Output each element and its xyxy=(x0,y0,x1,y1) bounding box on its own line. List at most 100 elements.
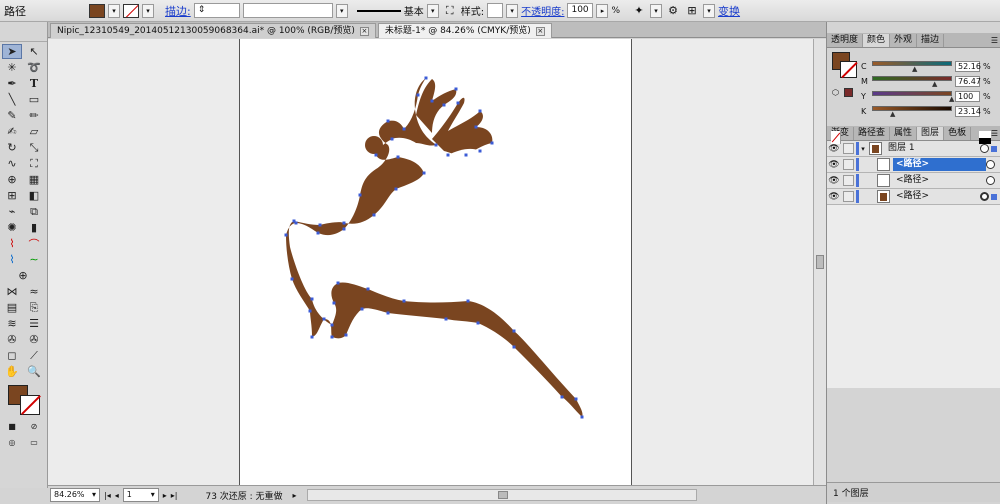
variable-width-dropdown[interactable]: ▾ xyxy=(335,3,348,18)
align-dropdown[interactable]: ▾ xyxy=(703,3,716,18)
screen-mode-icon[interactable]: ▭ xyxy=(24,435,44,450)
deer-artwork[interactable] xyxy=(48,39,813,485)
anchor-point[interactable] xyxy=(574,397,578,401)
stroke-dropdown[interactable]: ▾ xyxy=(142,3,154,18)
none-color-swatch[interactable] xyxy=(831,131,841,144)
anchor-point[interactable] xyxy=(284,233,288,237)
horizontal-scroll-thumb[interactable] xyxy=(497,491,508,499)
anchor-point[interactable] xyxy=(394,187,398,191)
pen-tool-icon[interactable]: ✒ xyxy=(2,76,22,91)
tab-stroke[interactable]: 描边 xyxy=(917,34,945,47)
anchor-point[interactable] xyxy=(454,87,458,91)
stroke-color-swatch[interactable] xyxy=(20,395,40,415)
anchor-point[interactable] xyxy=(434,143,438,147)
mesh-tool-icon[interactable]: ⊞ xyxy=(2,188,22,203)
layer-row[interactable]: 👁 ▾ 图层 1 xyxy=(827,141,1000,157)
artboard-number-field[interactable]: 1 ▾ xyxy=(122,488,159,502)
anchor-point[interactable] xyxy=(330,335,334,339)
anchor-point[interactable] xyxy=(318,223,322,227)
visibility-eye-icon[interactable]: 👁 xyxy=(827,160,841,170)
rotate-tool-icon[interactable]: ↻ xyxy=(2,140,22,155)
lasso-tool-icon[interactable]: ➰ xyxy=(24,60,44,75)
anchor-point[interactable] xyxy=(512,329,516,333)
live-paint-tool-icon[interactable]: ✇ xyxy=(2,332,22,347)
fill-swatch[interactable] xyxy=(89,3,105,18)
tab-swatches[interactable]: 色板 xyxy=(944,127,972,140)
add-anchor-tool-icon[interactable]: ⌇ xyxy=(2,252,22,267)
eyedropper-tool-icon[interactable]: ⌁ xyxy=(2,204,22,219)
anchor-point[interactable] xyxy=(322,317,326,321)
close-icon[interactable]: × xyxy=(359,26,369,36)
anchor-point[interactable] xyxy=(416,93,420,97)
column-graph-tool-icon[interactable]: ▮ xyxy=(24,220,44,235)
target-circle-icon[interactable] xyxy=(980,192,989,201)
eraser-tool-icon[interactable]: ▱ xyxy=(24,124,44,139)
path-name[interactable]: <路径> xyxy=(893,158,986,171)
anchor-point[interactable] xyxy=(386,119,390,123)
anchor-point[interactable] xyxy=(466,299,470,303)
blob-brush-tool-icon[interactable]: ✍ xyxy=(2,124,22,139)
stroke-weight-field[interactable]: ⇕ xyxy=(193,3,240,18)
vertical-scrollbar[interactable] xyxy=(813,39,826,485)
anchor-point[interactable] xyxy=(478,109,482,113)
expand-triangle-icon[interactable]: ▾ xyxy=(859,145,867,153)
anchor-point[interactable] xyxy=(366,287,370,291)
warp-tool-icon[interactable]: ∿ xyxy=(2,156,22,171)
target-circle-icon[interactable] xyxy=(980,144,989,153)
artboard-tool-icon[interactable]: ⊕ xyxy=(2,268,44,283)
selection-indicator[interactable] xyxy=(991,193,997,200)
stroke-link[interactable]: 描边: xyxy=(165,3,191,19)
variable-width-field[interactable] xyxy=(242,3,333,18)
anchor-point[interactable] xyxy=(390,137,394,141)
anchor-point[interactable] xyxy=(330,323,334,327)
hand-tool-icon[interactable]: ✋ xyxy=(2,364,22,379)
anchor-point[interactable] xyxy=(464,153,468,157)
sublayer-row[interactable]: 👁 <路径> xyxy=(827,157,1000,173)
tab-layers[interactable]: 图层 xyxy=(917,127,945,140)
convert-anchor-tool-icon[interactable]: ⌒ xyxy=(24,236,44,251)
canvas-area[interactable] xyxy=(48,39,813,485)
symbol-tool-icon[interactable]: ⎘ xyxy=(24,300,44,315)
anchor-point[interactable] xyxy=(342,227,346,231)
anchor-point-tool-icon[interactable]: ⌇ xyxy=(2,236,22,251)
anchor-point[interactable] xyxy=(422,171,426,175)
selection-indicator[interactable] xyxy=(991,145,997,152)
anchor-point[interactable] xyxy=(476,321,480,325)
tab-transparency[interactable]: 透明度 xyxy=(827,34,864,47)
anchor-point[interactable] xyxy=(442,103,446,107)
fill-dropdown[interactable]: ▾ xyxy=(108,3,120,18)
magic-wand-tool-icon[interactable]: ✳ xyxy=(2,60,22,75)
chart-tool-icon[interactable]: ≋ xyxy=(2,316,22,331)
free-transform-tool-icon[interactable]: ⛶ xyxy=(24,156,44,171)
status-menu-icon[interactable]: ▸ xyxy=(293,491,297,500)
perspective-grid-tool-icon[interactable]: ▦ xyxy=(24,172,44,187)
cyan-slider[interactable]: ▲ xyxy=(872,60,952,73)
anchor-point[interactable] xyxy=(512,345,516,349)
anchor-point[interactable] xyxy=(424,76,428,80)
previous-artboard-icon[interactable]: ◂ xyxy=(115,491,119,500)
anchor-point[interactable] xyxy=(396,155,400,159)
magenta-slider[interactable]: ▲ xyxy=(872,75,952,88)
anchor-point[interactable] xyxy=(456,101,460,105)
blend-tool-icon[interactable]: ⧉ xyxy=(24,204,44,219)
sublayer-row[interactable]: 👁 <路径> xyxy=(827,189,1000,205)
style-dropdown[interactable]: ▾ xyxy=(506,3,519,18)
opacity-field[interactable]: 100 xyxy=(567,3,594,18)
anchor-point[interactable] xyxy=(474,125,478,129)
document-setup-icon[interactable]: ⚙ xyxy=(665,3,681,19)
color-mode-icon[interactable]: ■ xyxy=(2,419,22,434)
anchor-point[interactable] xyxy=(292,219,296,223)
anchor-point[interactable] xyxy=(316,231,320,235)
slice-tool-icon[interactable]: ◻ xyxy=(2,348,22,363)
recolor-artwork-icon[interactable]: ✦ xyxy=(631,3,647,19)
panel-menu-icon[interactable]: ☰ xyxy=(991,35,1000,47)
anchor-point[interactable] xyxy=(402,127,406,131)
document-tab-active[interactable]: 未标题-1* @ 84.26% (CMYK/预览) × xyxy=(377,23,552,38)
anchor-point[interactable] xyxy=(560,395,564,399)
scale-tool-icon[interactable]: ⤡ xyxy=(24,140,44,155)
zoom-tool-icon[interactable]: 🔍 xyxy=(24,364,44,379)
symbol-sprayer-icon[interactable]: ⛶ xyxy=(442,3,458,19)
tab-attributes[interactable]: 属性 xyxy=(890,127,918,140)
black-white-swatch[interactable] xyxy=(979,131,991,144)
live-paint-select-tool-icon[interactable]: ✇ xyxy=(24,332,44,347)
